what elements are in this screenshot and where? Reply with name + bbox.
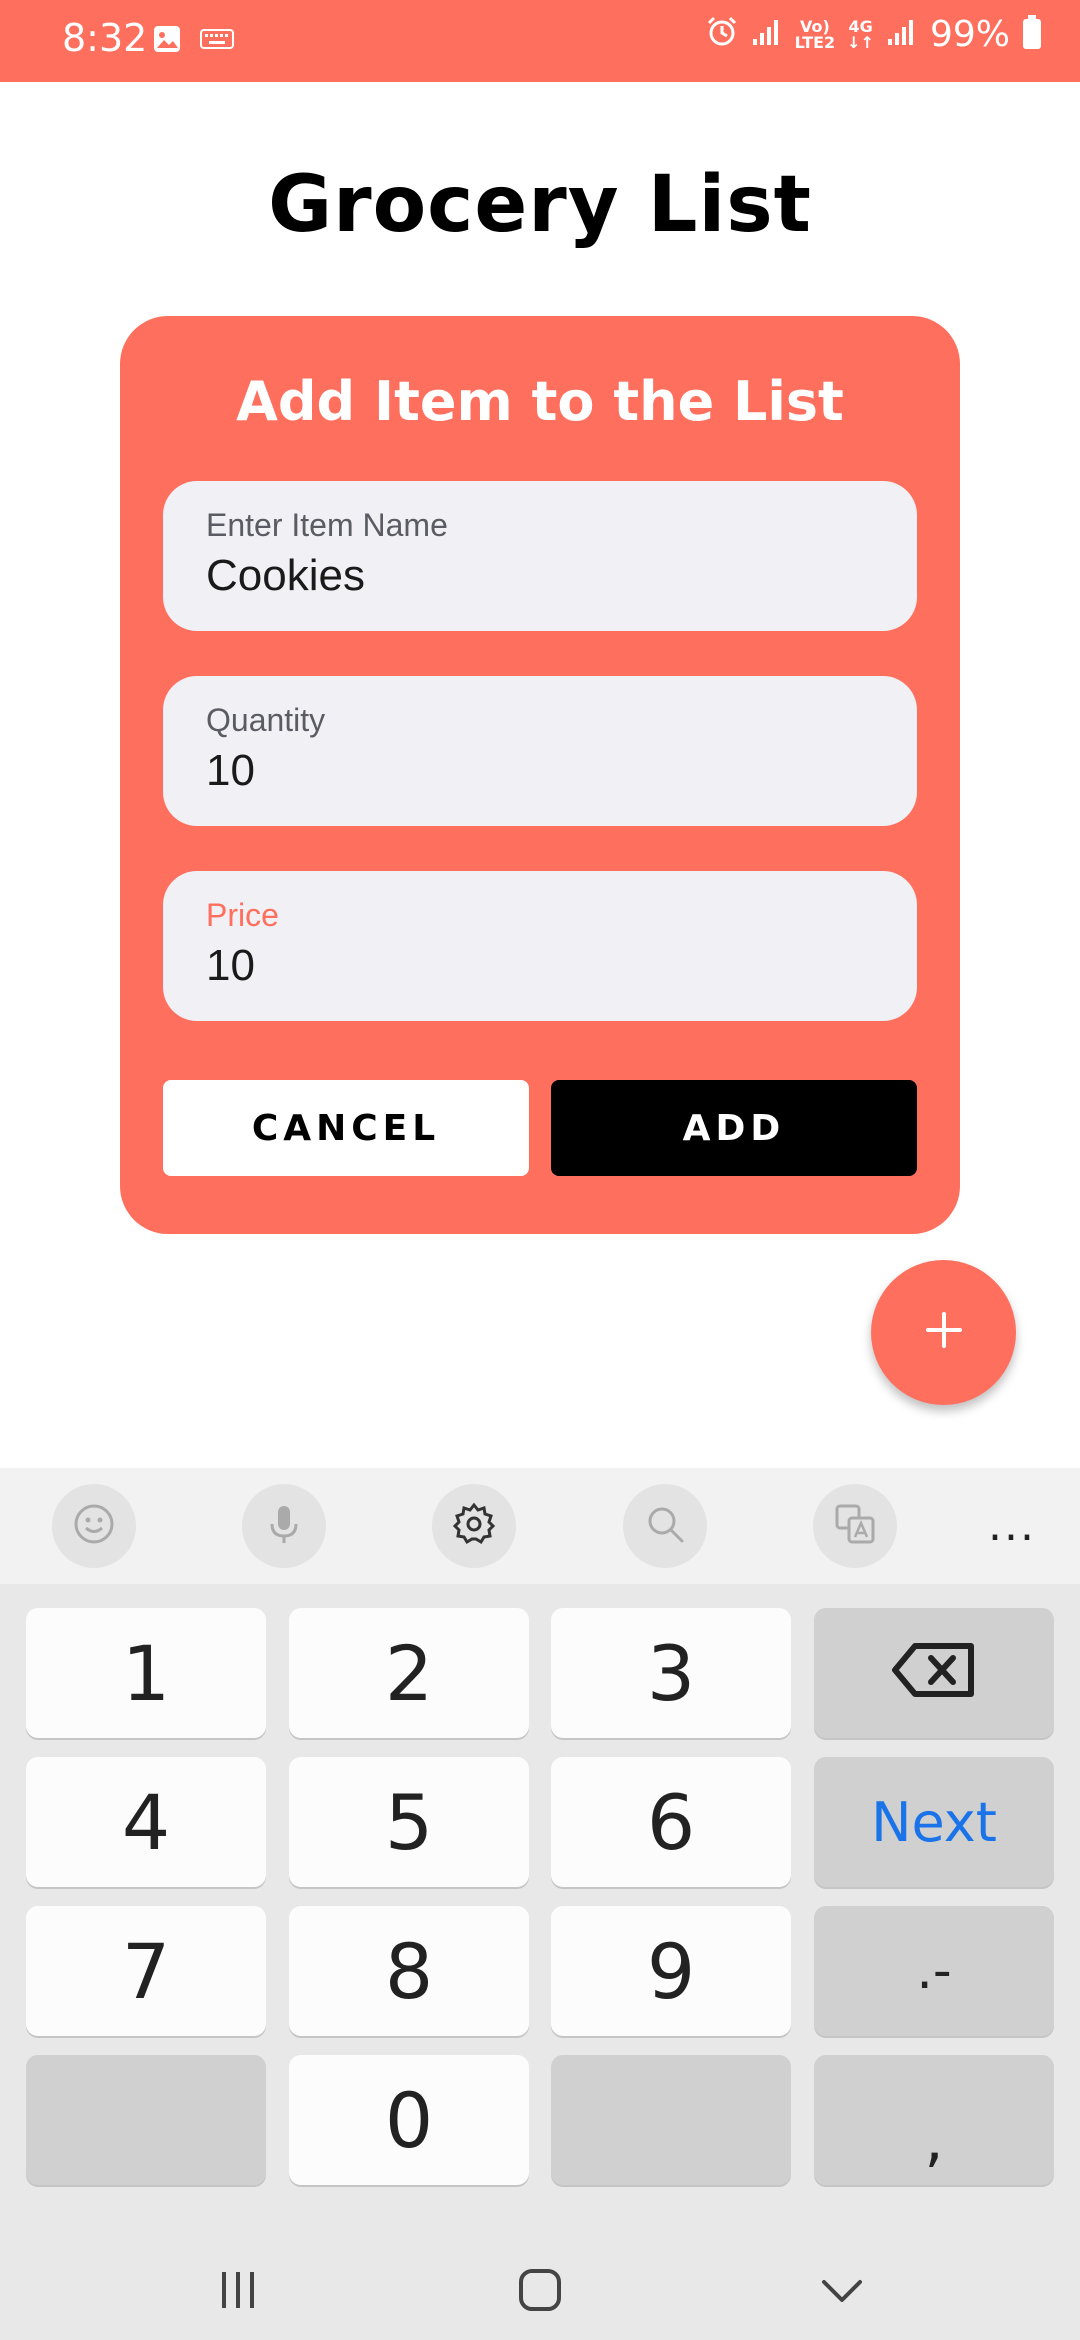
dialog-title: Add Item to the List: [236, 370, 844, 433]
backspace-icon: [891, 1629, 977, 1718]
key-8[interactable]: 8: [289, 1906, 529, 2036]
signal-icon: [751, 17, 783, 52]
recent-apps-icon: [216, 2268, 260, 2317]
signal-icon-2: [886, 17, 918, 52]
keyboard-toolbar: ...: [0, 1468, 1080, 1584]
item-name-label: Enter Item Name: [206, 507, 448, 543]
numeric-keyboard: 1 2 3 4 5 6 Next 7 8 9 .- 0 ,: [0, 1584, 1080, 2244]
price-field[interactable]: Price 10: [163, 871, 917, 1021]
battery-icon: [1022, 14, 1042, 55]
mic-icon: [262, 1502, 306, 1551]
home-button[interactable]: [500, 2262, 580, 2322]
add-item-fab[interactable]: [871, 1260, 1016, 1405]
key-6[interactable]: 6: [551, 1757, 791, 1887]
key-0[interactable]: 0: [289, 2055, 529, 2185]
plus-icon: [922, 1308, 966, 1357]
status-time: 8:32: [62, 16, 148, 60]
dot-dash-key[interactable]: .-: [814, 1906, 1054, 2036]
keyboard-search-button[interactable]: [623, 1484, 707, 1568]
keyboard-icon: [200, 28, 234, 55]
key-9[interactable]: 9: [551, 1906, 791, 2036]
battery-percent: 99%: [929, 14, 1010, 55]
translate-icon: [833, 1502, 877, 1551]
chevron-down-icon: [818, 2266, 866, 2319]
status-right-icons: Vo) LTE2 4G ↓↑ 99%: [705, 14, 1042, 55]
cancel-button[interactable]: CANCEL: [163, 1080, 529, 1176]
gallery-icon: [152, 24, 182, 59]
emoji-icon: [72, 1502, 116, 1551]
back-button[interactable]: [802, 2262, 882, 2322]
volte-indicator: Vo) LTE2: [794, 18, 836, 52]
item-name-field[interactable]: Enter Item Name Cookies: [163, 481, 917, 631]
status-left-icons: [152, 24, 234, 59]
emoji-button[interactable]: [52, 1484, 136, 1568]
backspace-key[interactable]: [814, 1608, 1054, 1738]
key-5[interactable]: 5: [289, 1757, 529, 1887]
recent-apps-button[interactable]: [198, 2262, 278, 2322]
key-2[interactable]: 2: [289, 1608, 529, 1738]
lte-label: LTE2: [794, 32, 836, 52]
blank-key-left: [26, 2055, 266, 2185]
quantity-label: Quantity: [206, 702, 326, 738]
network-type-indicator: 4G ↓↑: [847, 18, 874, 52]
settings-icon: [451, 1501, 497, 1552]
key-4[interactable]: 4: [26, 1757, 266, 1887]
price-label: Price: [206, 897, 279, 933]
key-7[interactable]: 7: [26, 1906, 266, 2036]
data-arrows-icon: ↓↑: [847, 32, 874, 52]
home-icon: [516, 2266, 564, 2319]
price-value[interactable]: 10: [206, 941, 255, 991]
comma-key[interactable]: ,: [814, 2055, 1054, 2185]
status-bar: 8:32 Vo) LTE2 4G ↓↑ 99%: [0, 0, 1080, 82]
add-button[interactable]: ADD: [551, 1080, 917, 1176]
page-title: Grocery List: [268, 160, 812, 250]
voice-input-button[interactable]: [242, 1484, 326, 1568]
quantity-value[interactable]: 10: [206, 746, 255, 796]
next-key[interactable]: Next: [814, 1757, 1054, 1887]
item-name-value[interactable]: Cookies: [206, 551, 365, 601]
blank-key-right: [551, 2055, 791, 2185]
quantity-field[interactable]: Quantity 10: [163, 676, 917, 826]
key-1[interactable]: 1: [26, 1608, 266, 1738]
more-options-button[interactable]: ...: [988, 1500, 1036, 1551]
alarm-icon: [705, 15, 739, 54]
keyboard-settings-button[interactable]: [432, 1484, 516, 1568]
search-icon: [643, 1502, 687, 1551]
translate-button[interactable]: [813, 1484, 897, 1568]
navigation-bar: [0, 2244, 1080, 2340]
key-3[interactable]: 3: [551, 1608, 791, 1738]
add-item-dialog: Add Item to the List Enter Item Name Coo…: [120, 316, 960, 1234]
